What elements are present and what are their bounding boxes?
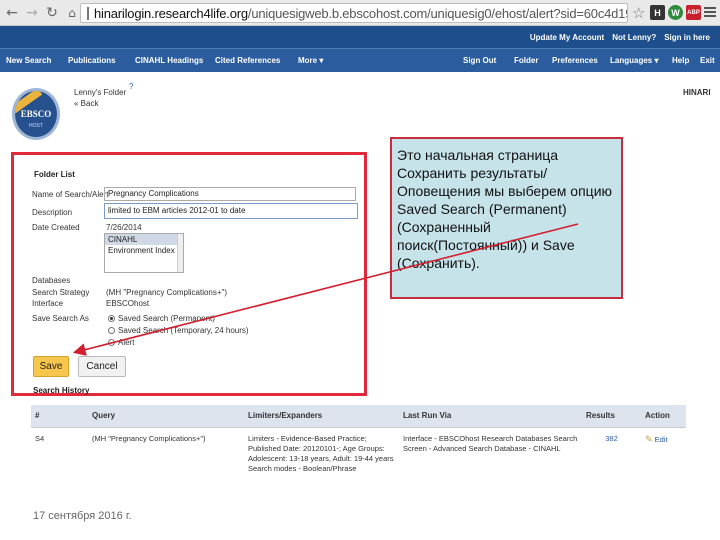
nav-folder[interactable]: Folder (514, 56, 538, 65)
nav-publications[interactable]: Publications (68, 56, 116, 65)
row-number: S4 (31, 427, 88, 489)
url-host: hinarilogin.research4life.org (94, 5, 248, 21)
callout-text-part1: Это начальная страница Сохранить результ… (397, 147, 613, 199)
radio-alert[interactable]: Alert (108, 338, 134, 347)
main-nav: New Search Publications CINAHL Headings … (0, 48, 720, 72)
name-label: Name of Search/Alert (32, 190, 109, 199)
databases-label: Databases (32, 276, 71, 285)
back-arrow-icon[interactable]: ← (4, 4, 20, 22)
callout-text: Это начальная страница Сохранить результ… (397, 146, 616, 272)
row-action: ✎ Edit (641, 427, 686, 489)
logo-subtext: HOST (29, 123, 43, 129)
databases-listbox[interactable]: CINAHL Environment Index (104, 233, 184, 273)
radio-selected-icon[interactable] (108, 315, 115, 322)
column-header-action: Action (641, 405, 686, 428)
listbox-scrollbar[interactable] (177, 234, 183, 272)
nav-cited-references[interactable]: Cited References (215, 56, 280, 65)
page-icon (87, 6, 89, 20)
description-label: Description (32, 208, 73, 217)
search-history-table: # Query Limiters/Expanders Last Run Via … (31, 405, 686, 489)
home-icon[interactable]: ⌂ (64, 4, 80, 22)
search-strategy-label: Search Strategy (32, 288, 90, 297)
row-results-link[interactable]: 382 (582, 427, 641, 489)
edit-link[interactable]: Edit (655, 435, 668, 444)
search-history-heading: Search History (33, 386, 90, 395)
nav-cinahl-headings[interactable]: CINAHL Headings (135, 56, 203, 65)
footer-date: 17 сентября 2016 г. (33, 510, 132, 522)
date-created-value: 7/26/2014 (106, 223, 142, 232)
nav-more[interactable]: More ▾ (298, 56, 323, 65)
name-field[interactable]: Pregnancy Complications (104, 187, 356, 201)
top-account-bar: Update My Account Not Lenny? Sign in her… (0, 26, 720, 48)
column-header-results: Results (582, 405, 641, 428)
description-field[interactable]: limited to EBM articles 2012-01 to date (104, 203, 358, 219)
back-link[interactable]: « Back (74, 99, 98, 108)
column-header-last-run: Last Run Via (399, 405, 582, 428)
column-header-number: # (31, 405, 88, 428)
database-option[interactable]: Environment Index (105, 245, 183, 256)
row-limiters: Limiters - Evidence-Based Practice; Publ… (244, 427, 399, 489)
date-created-label: Date Created (32, 223, 80, 232)
callout-text-part2: (Сохраненный поиск(Постоянный)) и Save (… (397, 219, 575, 271)
cancel-button[interactable]: Cancel (78, 356, 126, 377)
radio-icon[interactable] (108, 327, 115, 334)
folder-breadcrumb[interactable]: Lenny's Folder (74, 88, 126, 97)
nav-preferences[interactable]: Preferences (552, 56, 598, 65)
nav-languages[interactable]: Languages ▾ (610, 56, 658, 65)
not-user-link[interactable]: Not Lenny? (612, 33, 656, 42)
institution-name: HINARI (683, 88, 711, 97)
radio-saved-permanent[interactable]: Saved Search (Permanent) (108, 314, 215, 323)
table-row: S4 (MH "Pregnancy Complications+") Limit… (31, 427, 686, 489)
url-path: /uniquesigweb.b.ebscohost.com/uniquesig0… (247, 5, 628, 21)
extension-w-icon[interactable]: W (668, 5, 683, 20)
account-links: Update My Account Not Lenny? Sign in her… (530, 33, 710, 42)
radio-saved-temporary[interactable]: Saved Search (Temporary, 24 hours) (108, 326, 249, 335)
url-text: hinarilogin.research4life.org/uniquesigw… (94, 5, 628, 21)
interface-value: EBSCOhost (106, 299, 150, 308)
database-option[interactable]: CINAHL (105, 234, 183, 245)
adblock-icon[interactable]: ABP (686, 5, 701, 20)
help-icon[interactable]: ? (129, 82, 133, 91)
radio-label: Saved Search (Temporary, 24 hours) (118, 326, 249, 335)
logo-text: EBSCO (20, 109, 52, 119)
row-search-modes: Search modes - Boolean/Phrase (248, 463, 357, 473)
bookmark-star-icon[interactable]: ☆ (632, 4, 645, 22)
address-bar[interactable]: hinarilogin.research4life.org/uniquesigw… (80, 3, 628, 23)
edit-icon[interactable]: ✎ (645, 434, 653, 444)
extension-h-icon[interactable]: H (650, 5, 665, 20)
interface-label: Interface (32, 299, 64, 308)
row-last-run: Interface - EBSCOhost Research Databases… (399, 427, 582, 489)
radio-label: Saved Search (Permanent) (118, 314, 215, 323)
annotation-callout: Это начальная страница Сохранить результ… (390, 137, 623, 299)
nav-help[interactable]: Help (672, 56, 689, 65)
reload-icon[interactable]: ↻ (44, 4, 60, 22)
browser-menu-icon[interactable] (704, 5, 716, 19)
table-header-row: # Query Limiters/Expanders Last Run Via … (31, 405, 686, 428)
form-heading: Folder List (34, 170, 75, 179)
callout-term: Saved Search (Permanent) (397, 201, 567, 217)
row-query: (MH "Pregnancy Complications+") (88, 427, 244, 489)
column-header-query: Query (88, 405, 244, 428)
forward-arrow-icon[interactable]: → (24, 4, 40, 22)
save-as-label: Save Search As (32, 314, 89, 323)
nav-new-search[interactable]: New Search (6, 56, 51, 65)
search-strategy-value: (MH "Pregnancy Complications+") (106, 288, 228, 297)
column-header-limiters: Limiters/Expanders (244, 405, 399, 428)
save-button[interactable]: Save (33, 356, 69, 377)
sign-in-link[interactable]: Sign in here (664, 33, 710, 42)
ebsco-logo[interactable]: EBSCO HOST (12, 88, 60, 140)
update-account-link[interactable]: Update My Account (530, 33, 604, 42)
radio-label: Alert (118, 338, 135, 347)
nav-sign-out[interactable]: Sign Out (463, 56, 496, 65)
row-limiters-text: Limiters - Evidence-Based Practice; Publ… (248, 433, 394, 463)
radio-icon[interactable] (108, 339, 115, 346)
nav-exit[interactable]: Exit (700, 56, 715, 65)
